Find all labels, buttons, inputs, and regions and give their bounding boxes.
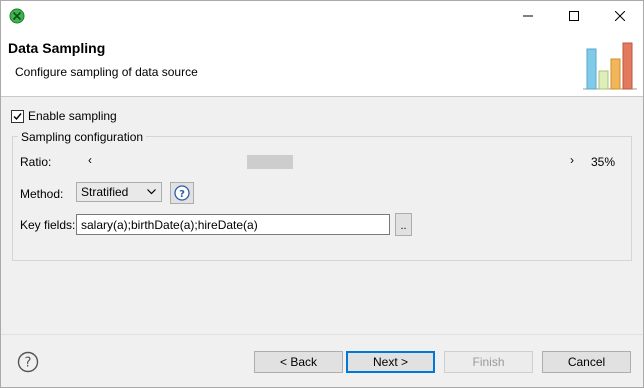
next-button[interactable]: Next >	[346, 351, 435, 373]
method-help-button[interactable]: ?	[170, 182, 194, 204]
key-fields-label: Key fields:	[20, 218, 76, 232]
svg-text:?: ?	[179, 189, 185, 200]
app-icon	[9, 8, 25, 24]
svg-text:?: ?	[25, 356, 32, 371]
key-fields-input[interactable]: salary(a);birthDate(a);hireDate(a)	[76, 214, 390, 235]
ratio-label: Ratio:	[20, 155, 52, 169]
chevron-down-icon	[147, 189, 156, 195]
minimize-icon	[523, 15, 533, 17]
bar-chart-icon	[583, 42, 637, 90]
enable-sampling-label: Enable sampling	[28, 109, 117, 123]
method-selected-value: Stratified	[81, 185, 129, 199]
maximize-button[interactable]	[551, 1, 597, 31]
close-button[interactable]	[597, 1, 643, 31]
group-title: Sampling configuration	[18, 130, 147, 144]
minimize-button[interactable]	[505, 1, 551, 31]
ratio-slider-track[interactable]	[102, 153, 561, 169]
key-fields-value: salary(a);birthDate(a);hireDate(a)	[81, 217, 258, 232]
cancel-button[interactable]: Cancel	[542, 351, 631, 373]
page-title: Data Sampling	[8, 40, 106, 56]
title-bar	[1, 1, 643, 31]
finish-button[interactable]: Finish	[444, 351, 533, 373]
method-select[interactable]: Stratified	[76, 182, 162, 202]
wizard-header: Data Sampling Configure sampling of data…	[1, 31, 643, 97]
question-circle-icon[interactable]: ?	[17, 351, 39, 373]
ratio-value: 35%	[591, 155, 616, 169]
page-subtitle: Configure sampling of data source	[15, 65, 198, 79]
ratio-slider-thumb[interactable]	[247, 155, 293, 169]
method-label: Method:	[20, 187, 64, 201]
enable-sampling-checkbox[interactable]	[11, 109, 24, 123]
dialog-window: Data Sampling Configure sampling of data…	[0, 0, 644, 388]
close-icon	[615, 11, 625, 21]
maximize-icon	[569, 11, 579, 21]
slider-right-arrow[interactable]: ›	[570, 153, 574, 167]
footer-separator	[1, 334, 643, 335]
key-fields-browse-button[interactable]: ..	[395, 213, 412, 236]
back-button[interactable]: < Back	[254, 351, 343, 373]
checkmark-icon	[13, 112, 22, 120]
slider-left-arrow[interactable]: ‹	[88, 153, 92, 167]
question-icon: ?	[174, 185, 190, 201]
enable-sampling-row[interactable]: Enable sampling	[11, 109, 117, 123]
